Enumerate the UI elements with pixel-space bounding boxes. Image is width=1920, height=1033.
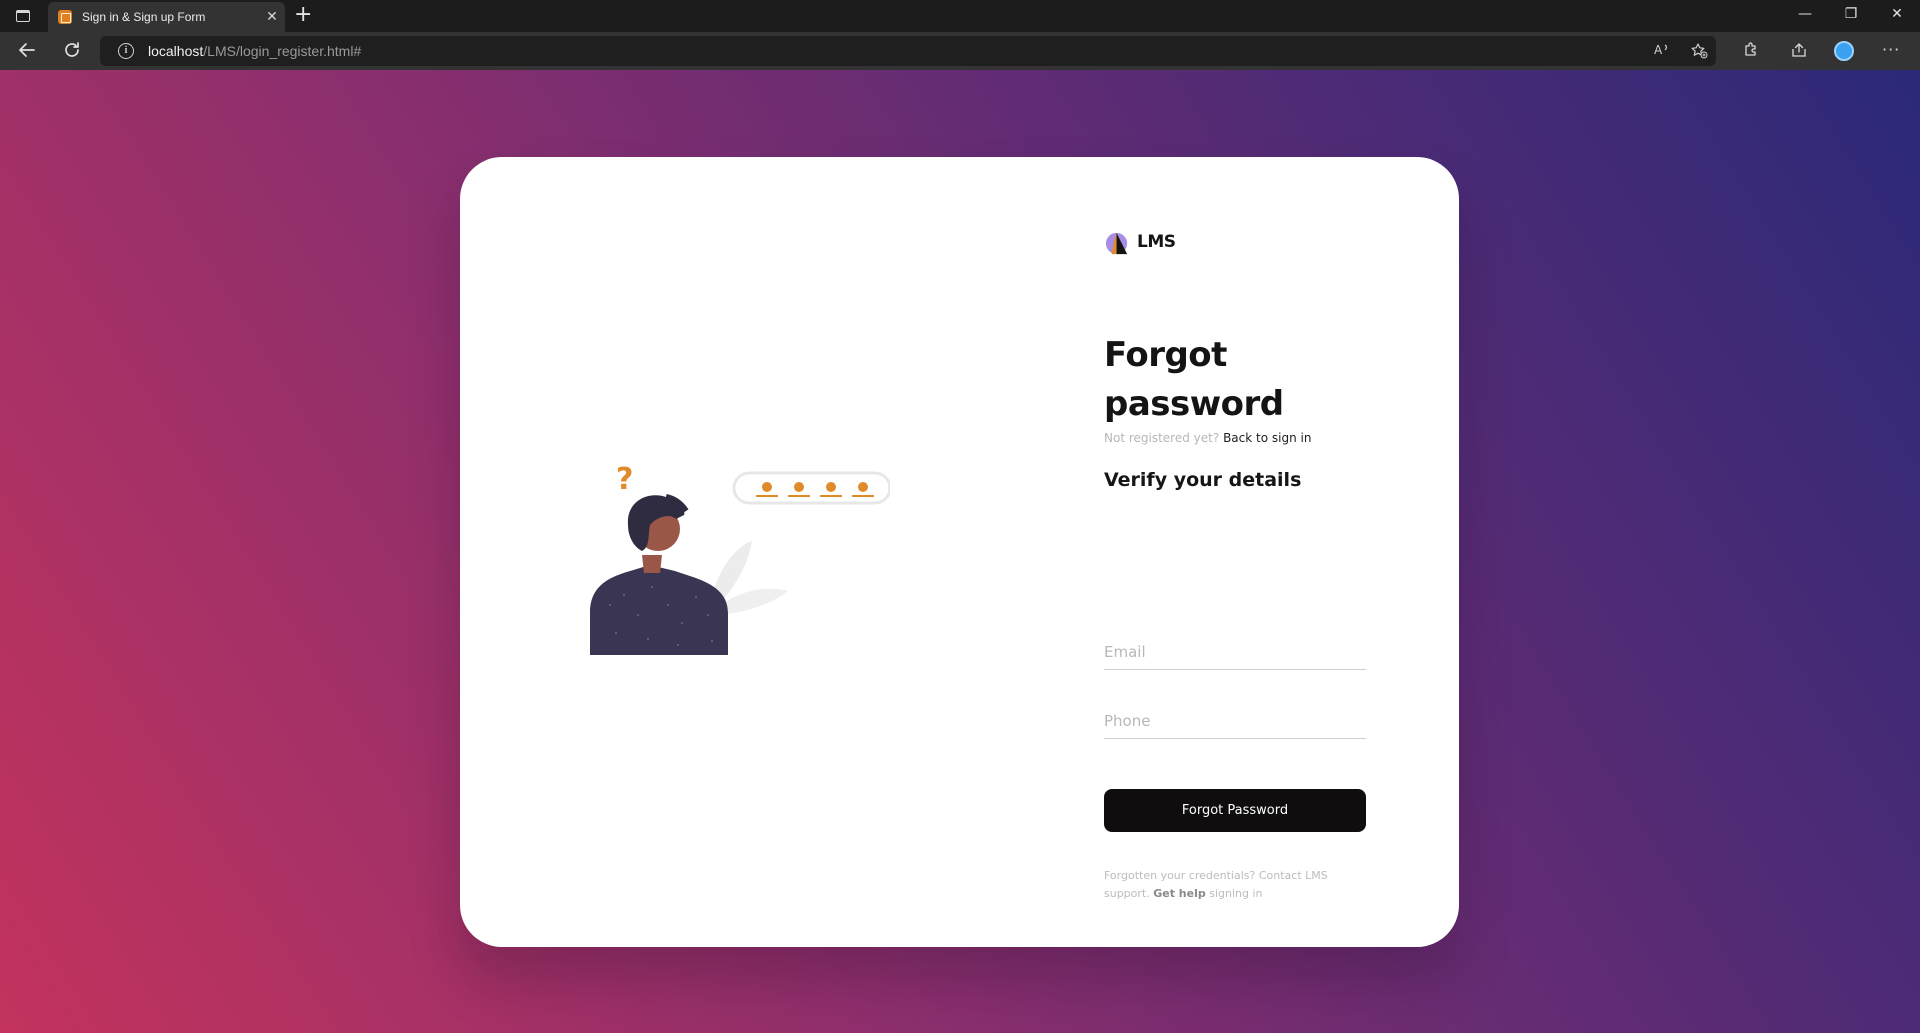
email-field [1104, 636, 1366, 670]
page-background: ? LMS Forgot password Not registered yet… [0, 70, 1920, 1033]
lms-logo-icon [1105, 232, 1128, 254]
forgot-password-card: ? LMS Forgot password Not registered yet… [460, 157, 1459, 947]
verify-details-heading: Verify your details [1104, 469, 1302, 491]
brand: LMS [1104, 227, 1366, 257]
svg-text:A: A [1654, 43, 1663, 57]
help-suffix: signing in [1209, 887, 1263, 900]
share-icon[interactable] [1788, 41, 1810, 61]
extensions-icon[interactable] [1740, 41, 1762, 61]
svg-text:?: ? [616, 462, 633, 497]
tab-strip: Sign in & Sign up Form ✕ + — ❐ ✕ [0, 0, 1920, 32]
form-column: LMS Forgot password Not registered yet? … [1104, 227, 1366, 900]
read-aloud-icon[interactable]: A [1654, 42, 1672, 62]
favorites-icon[interactable] [1690, 42, 1708, 64]
tab-actions-icon[interactable] [14, 7, 32, 25]
forgot-password-button[interactable]: Forgot Password [1104, 789, 1366, 832]
reload-icon[interactable] [60, 40, 84, 62]
new-tab-button[interactable]: + [294, 4, 312, 26]
url-field[interactable]: i localhost/LMS/login_register.html# A [100, 36, 1716, 66]
info-icon[interactable]: i [118, 43, 134, 59]
restore-button[interactable]: ❐ [1828, 6, 1874, 22]
more-icon[interactable]: ··· [1882, 40, 1900, 59]
page-title-line-1: Forgot [1104, 335, 1227, 375]
tab-close-icon[interactable]: ✕ [259, 9, 285, 25]
minimize-button[interactable]: — [1782, 6, 1828, 22]
get-help-link[interactable]: Get help [1153, 887, 1206, 900]
page-title-line-2: password [1104, 384, 1284, 424]
brand-name: LMS [1137, 232, 1176, 252]
back-to-sign-in-link[interactable]: Back to sign in [1223, 431, 1311, 445]
address-bar-row: i localhost/LMS/login_register.html# A [0, 32, 1920, 70]
tab-title: Sign in & Sign up Form [82, 10, 206, 24]
help-text: Forgotten your credentials? Contact LMS … [1104, 867, 1344, 903]
not-registered-text: Not registered yet? [1104, 431, 1220, 445]
phone-input[interactable] [1104, 705, 1366, 737]
back-icon[interactable] [15, 40, 39, 62]
site-favicon-icon [58, 10, 72, 24]
profile-icon[interactable] [1834, 41, 1854, 61]
forgot-password-illustration: ? [590, 462, 890, 655]
close-window-button[interactable]: ✕ [1874, 6, 1920, 22]
page-title: Forgot password [1104, 331, 1366, 429]
url-text[interactable]: localhost/LMS/login_register.html# [148, 43, 361, 59]
sign-in-prompt: Not registered yet? Back to sign in [1104, 431, 1366, 445]
phone-field [1104, 705, 1366, 739]
tab-sign-in[interactable]: Sign in & Sign up Form ✕ [48, 2, 285, 32]
email-input[interactable] [1104, 636, 1366, 668]
